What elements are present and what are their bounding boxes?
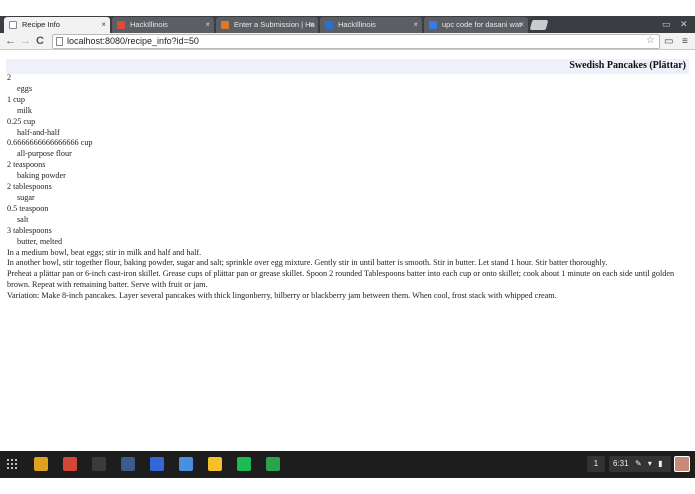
tab-enter-submission[interactable]: Enter a Submission | Ha × xyxy=(216,17,318,33)
tab-recipe-info[interactable]: Recipe Info × xyxy=(4,17,110,33)
hackillinois-favicon-icon xyxy=(325,21,333,29)
ingredient-name: all-purpose flour xyxy=(17,149,72,159)
user-avatar[interactable] xyxy=(674,456,690,472)
tray-status-icons: ✎ ▾ ▮ xyxy=(635,459,665,468)
address-bar[interactable]: localhost:8080/recipe_info?id=50 ☆ xyxy=(52,34,660,49)
close-icon[interactable]: × xyxy=(413,17,418,33)
screen-top-border xyxy=(0,0,695,16)
ingredient-quantity: 0.5 teaspoon xyxy=(7,203,49,213)
gmail-icon[interactable] xyxy=(63,457,77,471)
clock: 6:31 xyxy=(613,459,629,468)
app-launcher-icon[interactable] xyxy=(6,458,18,470)
ingredient-name: salt xyxy=(17,214,29,224)
minimize-icon[interactable]: ▭ xyxy=(662,17,671,31)
tab-label: upc code for dasani wat xyxy=(442,20,522,29)
ingredient-quantity: 0.6666666666666666 cup xyxy=(7,138,93,148)
calendar-icon[interactable] xyxy=(150,457,164,471)
devpost-favicon-icon xyxy=(221,21,229,29)
files-icon[interactable] xyxy=(179,457,193,471)
instruction-step: Preheat a plättar pan or 6-inch cast-iro… xyxy=(7,269,675,290)
ingredient-quantity: 2 tablespoons xyxy=(7,182,52,192)
screen-bottom-border xyxy=(0,478,695,494)
ingredient-name: sugar xyxy=(17,192,35,202)
menu-icon[interactable]: ≡ xyxy=(682,34,688,49)
close-icon[interactable]: × xyxy=(519,17,524,33)
drive-icon[interactable] xyxy=(266,457,280,471)
instruction-step: In a medium bowl, beat eggs; stir in mil… xyxy=(7,247,202,257)
ingredient-quantity: 0.25 cup xyxy=(7,116,36,126)
ingredient-quantity: 2 teaspoons xyxy=(7,160,46,170)
editor-icon[interactable] xyxy=(121,457,135,471)
ingredient-name: milk xyxy=(17,105,33,115)
browser-toolbar: ← → C localhost:8080/recipe_info?id=50 ☆… xyxy=(0,33,695,50)
chrome-icon[interactable] xyxy=(34,457,48,471)
ingredient-name: eggs xyxy=(17,83,33,93)
page-title: Swedish Pancakes (Plättar) xyxy=(569,60,686,71)
ingredient-name: half-and-half xyxy=(17,127,60,137)
spotify-icon[interactable] xyxy=(237,457,251,471)
title-bar: Swedish Pancakes (Plättar) xyxy=(6,59,689,74)
page-icon xyxy=(9,21,17,29)
close-icon[interactable]: × xyxy=(101,17,106,33)
close-icon[interactable]: × xyxy=(309,17,314,33)
back-icon[interactable]: ← xyxy=(5,33,16,49)
instruction-step: In another bowl, stir together flour, ba… xyxy=(7,258,608,268)
ingredient-quantity: 2 xyxy=(7,73,12,82)
new-tab-button[interactable] xyxy=(529,20,549,30)
close-window-icon[interactable]: ✕ xyxy=(680,17,688,31)
tab-hackillinois-2[interactable]: HackIllinois × xyxy=(320,17,422,33)
close-icon[interactable]: × xyxy=(205,17,210,33)
page-icon xyxy=(56,37,63,46)
hackillinois-favicon-icon xyxy=(117,21,125,29)
ingredient-quantity: 1 cup xyxy=(7,94,25,104)
tab-upc-code[interactable]: upc code for dasani wat × xyxy=(424,17,528,33)
url-text: localhost:8080/recipe_info?id=50 xyxy=(67,36,199,46)
recipe-body: 2 eggs 1 cup milk 0.25 cup half-and-half… xyxy=(7,73,687,302)
tab-bar: Recipe Info × HackIllinois × Enter a Sub… xyxy=(0,16,695,33)
os-taskbar: 1 6:31 ✎ ▾ ▮ xyxy=(0,451,695,478)
ingredient-quantity: 3 tablespoons xyxy=(7,225,52,235)
tab-label: Enter a Submission | Ha xyxy=(234,20,315,29)
bookmark-star-icon[interactable]: ☆ xyxy=(646,34,655,47)
google-favicon-icon xyxy=(429,21,437,29)
ingredient-name: butter, melted xyxy=(17,236,63,246)
keep-icon[interactable] xyxy=(208,457,222,471)
status-tray[interactable]: 6:31 ✎ ▾ ▮ xyxy=(609,456,671,472)
forward-icon[interactable]: → xyxy=(20,33,31,49)
tab-hackillinois[interactable]: HackIllinois × xyxy=(112,17,214,33)
tab-label: Recipe Info xyxy=(22,20,60,29)
page-content: Swedish Pancakes (Plättar) 2 eggs 1 cup … xyxy=(0,51,695,451)
tab-label: HackIllinois xyxy=(130,20,168,29)
terminal-icon[interactable] xyxy=(92,457,106,471)
tab-label: HackIllinois xyxy=(338,20,376,29)
cast-icon[interactable]: ▭ xyxy=(664,34,673,49)
reload-icon[interactable]: C xyxy=(36,33,44,49)
ingredient-name: baking powder xyxy=(17,171,66,181)
workspace-indicator[interactable]: 1 xyxy=(587,456,605,472)
instruction-step: Variation: Make 8-inch pancakes. Layer s… xyxy=(7,291,557,301)
